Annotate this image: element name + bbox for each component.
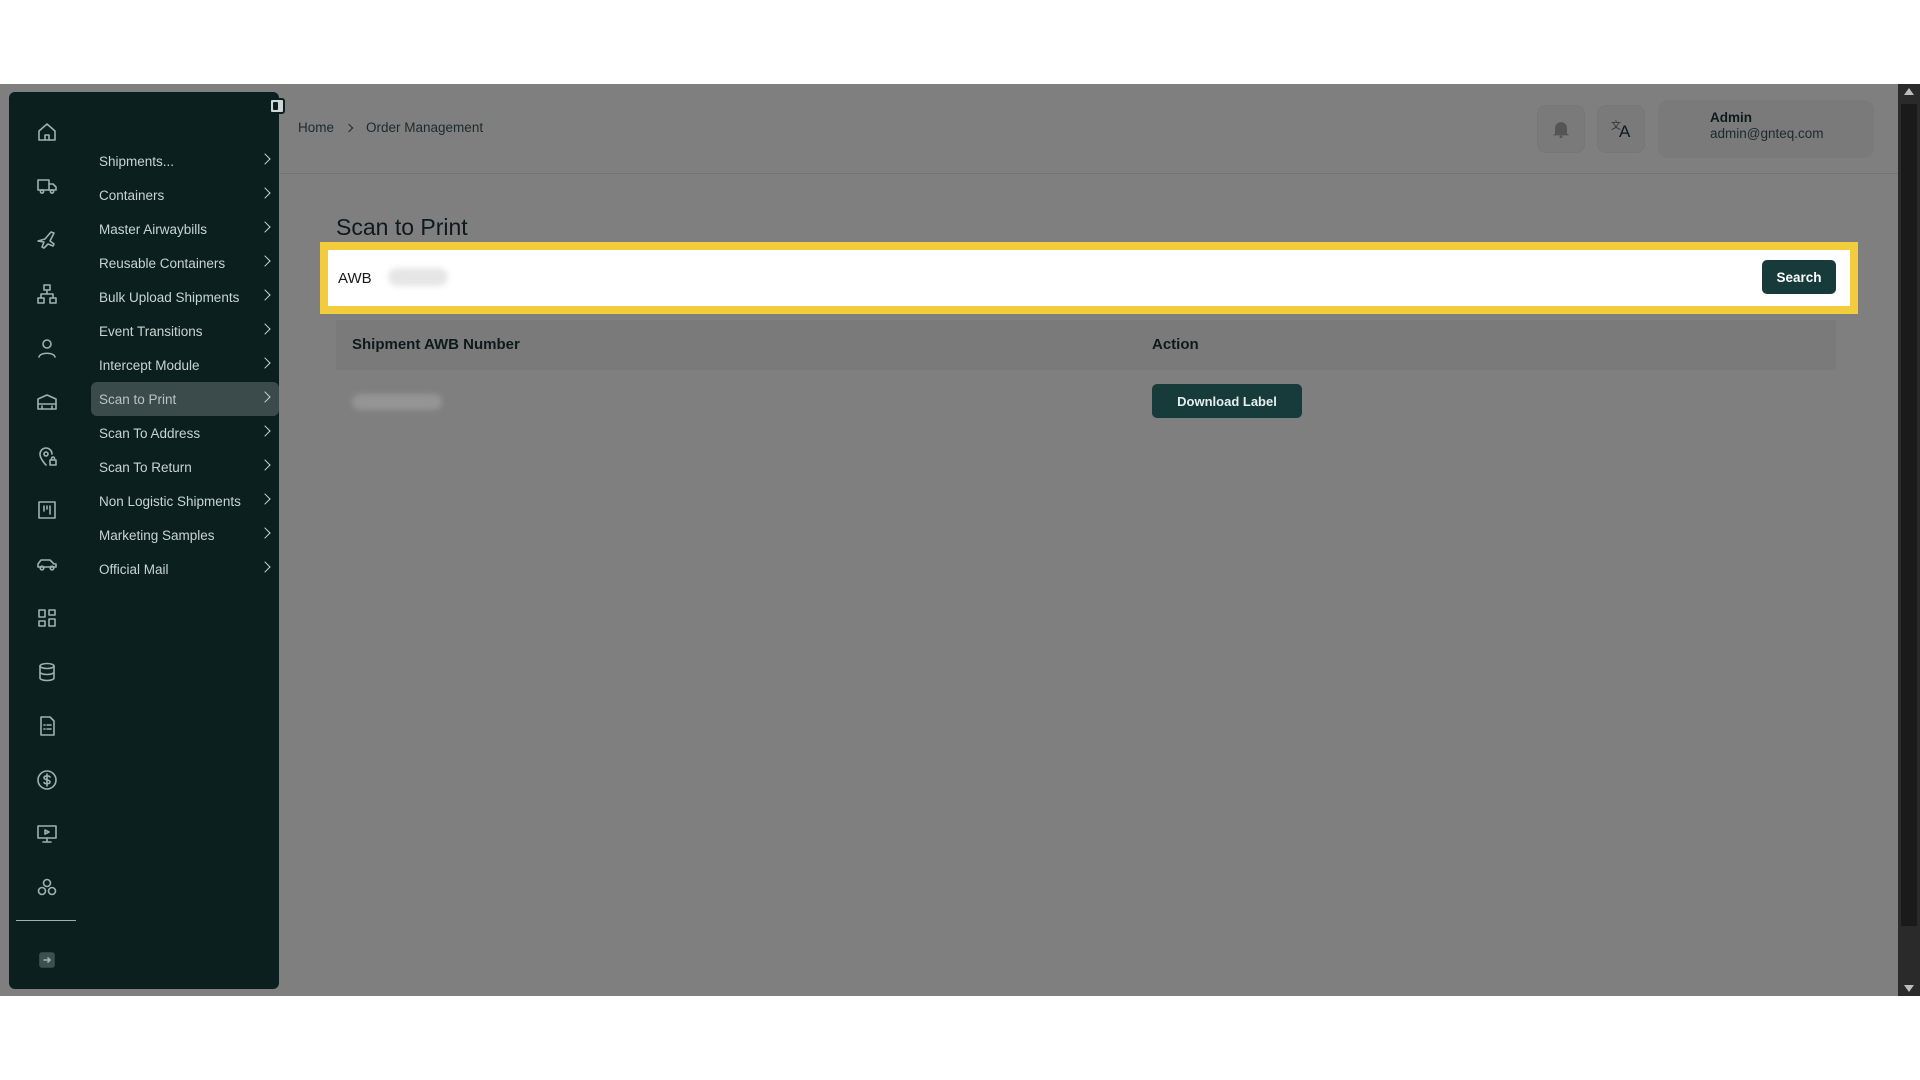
sidebar: Shipments... Containers Master Airwaybil… xyxy=(9,92,279,989)
redacted-text xyxy=(388,268,448,286)
column-header-action: Action xyxy=(1152,336,1199,353)
scroll-down-arrow[interactable] xyxy=(1904,985,1914,992)
top-header: Home Order Management 文 A Admin admin@gn… xyxy=(280,84,1898,174)
sidebar-item-non-logistic-shipments[interactable]: Non Logistic Shipments xyxy=(91,484,279,518)
table-row: Download Label xyxy=(336,370,1836,434)
sidebar-item-containers[interactable]: Containers xyxy=(91,178,279,212)
kanban-icon[interactable] xyxy=(35,498,59,522)
location-lock-icon[interactable] xyxy=(35,444,59,468)
rail-divider xyxy=(16,920,76,921)
breadcrumb-current: Order Management xyxy=(366,120,484,135)
redacted-awb-number xyxy=(352,394,442,410)
search-button[interactable]: Search xyxy=(1762,260,1836,294)
column-header-awb: Shipment AWB Number xyxy=(352,336,520,353)
chevron-right-icon xyxy=(259,527,271,539)
table-header: Shipment AWB Number Action xyxy=(336,320,1836,370)
user-email: admin@gnteq.com xyxy=(1710,126,1824,141)
sidebar-item-label: Shipments... xyxy=(99,153,175,169)
database-icon[interactable] xyxy=(35,660,59,684)
warehouse-icon[interactable] xyxy=(35,390,59,414)
sidebar-item-master-airwaybills[interactable]: Master Airwaybills xyxy=(91,212,279,246)
sidebar-item-scan-to-address[interactable]: Scan To Address xyxy=(91,416,279,450)
chevron-right-icon xyxy=(259,459,271,471)
notification-button[interactable] xyxy=(1538,106,1584,152)
language-glyph: A xyxy=(1619,122,1631,141)
scroll-thumb[interactable] xyxy=(1901,104,1917,926)
dollar-icon[interactable] xyxy=(35,768,59,792)
chevron-right-icon xyxy=(259,561,271,573)
sidebar-item-label: Bulk Upload Shipments xyxy=(99,289,240,305)
chevron-right-icon xyxy=(259,289,271,301)
home-icon[interactable] xyxy=(35,120,59,144)
sidebar-item-shipments[interactable]: Shipments... xyxy=(91,144,279,178)
chevron-right-icon xyxy=(259,391,271,403)
logout-icon[interactable] xyxy=(35,948,59,972)
sidebar-item-bulk-upload-shipments[interactable]: Bulk Upload Shipments xyxy=(91,280,279,314)
search-bar-highlighted: Search xyxy=(320,242,1858,314)
chevron-right-icon xyxy=(259,153,271,165)
chevron-right-icon xyxy=(259,255,271,267)
chevron-right-icon xyxy=(259,357,271,369)
sidebar-item-label: Intercept Module xyxy=(99,357,200,373)
page-scrollbar[interactable] xyxy=(1898,84,1920,996)
language-button[interactable]: 文 A xyxy=(1598,106,1644,152)
sidebar-menu: Shipments... Containers Master Airwaybil… xyxy=(91,144,279,586)
airplane-icon[interactable] xyxy=(35,228,59,252)
chevron-right-icon xyxy=(344,123,354,132)
awb-search-input[interactable] xyxy=(338,262,1518,294)
chevron-right-icon xyxy=(259,425,271,437)
sidebar-item-label: Marketing Samples xyxy=(99,527,215,543)
sidebar-item-label: Master Airwaybills xyxy=(99,221,208,237)
sidebar-item-marketing-samples[interactable]: Marketing Samples xyxy=(91,518,279,552)
sidebar-item-scan-to-print[interactable]: Scan to Print xyxy=(91,382,279,416)
sidebar-item-label: Reusable Containers xyxy=(99,255,226,271)
breadcrumb-home[interactable]: Home xyxy=(298,120,334,135)
user-profile-card[interactable]: Admin admin@gnteq.com xyxy=(1658,100,1874,158)
sidebar-item-label: Official Mail xyxy=(99,561,169,577)
network-icon[interactable] xyxy=(35,282,59,306)
download-label-button[interactable]: Download Label xyxy=(1152,384,1302,418)
chevron-right-icon xyxy=(259,221,271,233)
document-icon[interactable] xyxy=(35,714,59,738)
sidebar-item-label: Scan To Return xyxy=(99,459,192,475)
bell-icon xyxy=(1553,122,1569,139)
car-icon[interactable] xyxy=(35,552,59,576)
sidebar-item-official-mail[interactable]: Official Mail xyxy=(91,552,279,586)
page-title: Scan to Print xyxy=(336,214,468,240)
scroll-up-arrow[interactable] xyxy=(1904,88,1914,95)
app-frame: Shipments... Containers Master Airwaybil… xyxy=(0,84,1920,996)
boxes-icon[interactable] xyxy=(35,876,59,900)
sidebar-item-label: Containers xyxy=(99,187,165,203)
sidebar-item-intercept-module[interactable]: Intercept Module xyxy=(91,348,279,382)
sidebar-item-event-transitions[interactable]: Event Transitions xyxy=(91,314,279,348)
sidebar-item-reusable-containers[interactable]: Reusable Containers xyxy=(91,246,279,280)
language-icon: 文 A xyxy=(1611,121,1631,141)
breadcrumb: Home Order Management xyxy=(298,120,483,135)
monitor-play-icon[interactable] xyxy=(35,822,59,846)
grid-icon[interactable] xyxy=(35,606,59,630)
chevron-right-icon xyxy=(259,323,271,335)
user-icon[interactable] xyxy=(35,336,59,360)
user-name: Admin xyxy=(1710,110,1752,125)
chevron-right-icon xyxy=(259,187,271,199)
sidebar-item-label: Scan to Print xyxy=(99,391,177,407)
results-table: Shipment AWB Number Action Download Labe… xyxy=(336,320,1836,434)
sidebar-item-label: Non Logistic Shipments xyxy=(99,493,241,509)
sidebar-item-label: Scan To Address xyxy=(99,425,201,441)
sidebar-item-scan-to-return[interactable]: Scan To Return xyxy=(91,450,279,484)
truck-icon[interactable] xyxy=(35,174,59,198)
sidebar-item-label: Event Transitions xyxy=(99,323,203,339)
chevron-right-icon xyxy=(259,493,271,505)
